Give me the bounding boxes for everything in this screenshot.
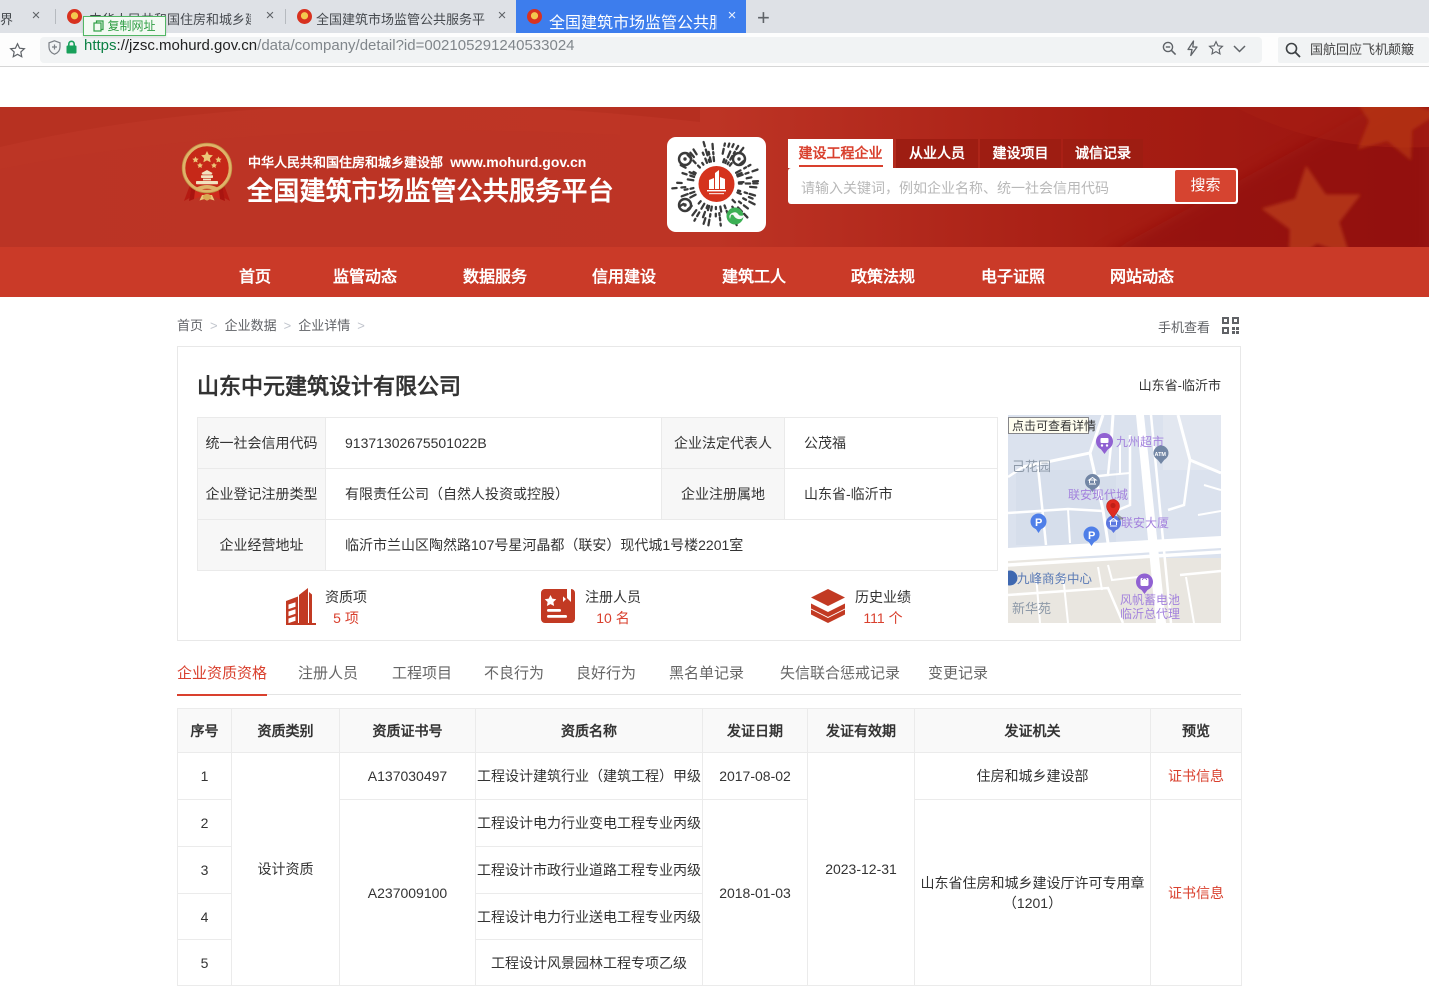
svg-text:九州超市: 九州超市 <box>1116 434 1164 449</box>
svg-text:ATM: ATM <box>1155 452 1167 458</box>
svg-text:风帆蓄电池: 风帆蓄电池 <box>1120 592 1180 607</box>
svg-text:临沂总代理: 临沂总代理 <box>1120 607 1180 621</box>
svg-text:P: P <box>1035 517 1042 529</box>
svg-text:点击可查看详情: 点击可查看详情 <box>1012 418 1096 433</box>
svg-text:己花园: 己花园 <box>1012 459 1051 474</box>
svg-text:联安大厦: 联安大厦 <box>1121 515 1169 530</box>
svg-text:P: P <box>1088 530 1095 542</box>
svg-text:联安现代城: 联安现代城 <box>1068 487 1128 502</box>
svg-text:九峰商务中心: 九峰商务中心 <box>1017 571 1093 586</box>
svg-text:新华苑: 新华苑 <box>1012 601 1051 616</box>
